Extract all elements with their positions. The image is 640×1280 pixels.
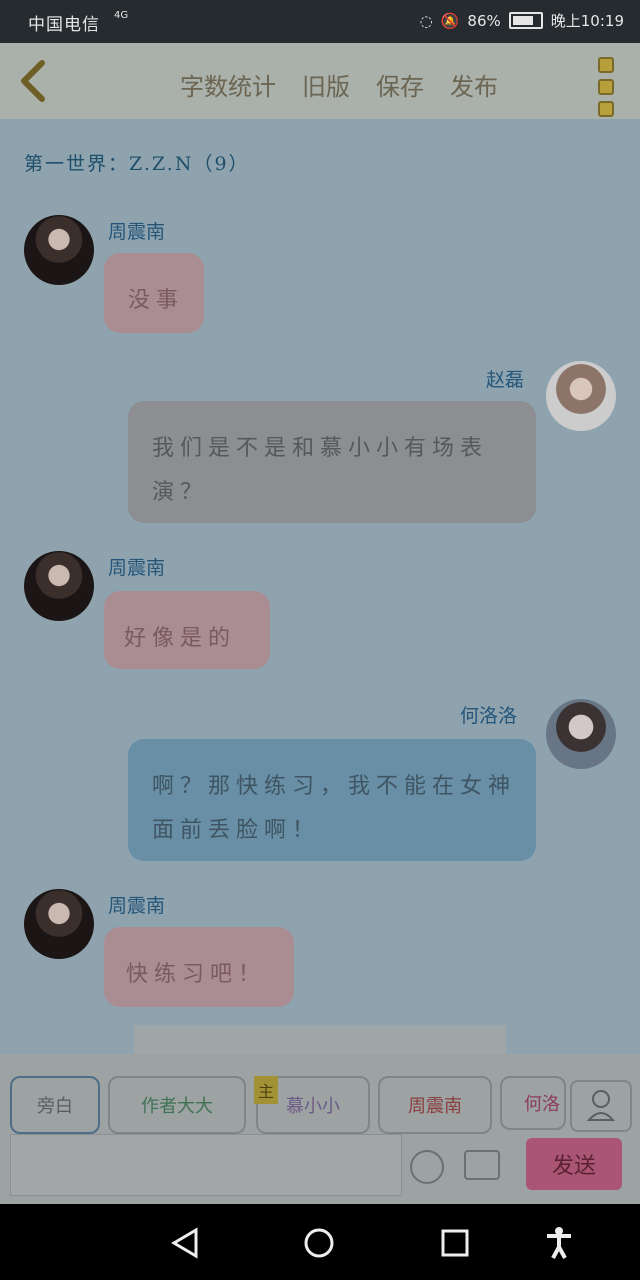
more-menu-icon[interactable] (598, 57, 614, 117)
message-text: 没事 (128, 288, 185, 313)
mute-icon: 🔕 (440, 11, 460, 30)
toolbar-actions: 字数统计 旧版 保存 发布 (180, 67, 498, 102)
message-sender: 周震南 (108, 221, 166, 243)
publish-button[interactable]: 发布 (450, 67, 498, 102)
avatar-zhou-zhennan[interactable] (24, 551, 94, 621)
headphones-icon: ◌ (419, 11, 433, 30)
home-icon[interactable] (302, 1226, 336, 1260)
message-text: 快练习吧！ (126, 962, 267, 987)
back-icon[interactable] (168, 1226, 202, 1260)
old-version-button[interactable]: 旧版 (302, 67, 350, 102)
avatar-zhou-zhennan[interactable] (24, 889, 94, 959)
emoji-icon[interactable] (410, 1150, 444, 1184)
composer: 旁白 作者大大 主 慕小小 周震南 何洛 发送 (0, 1054, 640, 1204)
scroll-preview-strip (134, 1025, 506, 1055)
battery-icon (508, 12, 543, 29)
main-role-badge: 主 (254, 1076, 278, 1104)
cast-item-he-luo[interactable]: 何洛 (500, 1076, 566, 1130)
status-right: ◌ 🔕 86% 晚上10:19 (420, 10, 624, 31)
message-bubble[interactable]: 好像是的 (104, 591, 270, 669)
avatar-zhao-lei[interactable] (546, 361, 616, 431)
message-sender: 周震南 (108, 557, 166, 579)
clock: 晚上10:19 (550, 12, 624, 30)
back-arrow-icon[interactable] (14, 57, 54, 105)
cast-item-mu-xiaoxiao[interactable]: 主 慕小小 (254, 1076, 370, 1134)
send-button[interactable]: 发送 (526, 1138, 622, 1190)
image-icon[interactable] (464, 1150, 500, 1180)
cast-item-author[interactable]: 作者大大 (108, 1076, 246, 1134)
message-sender: 周震南 (108, 895, 166, 917)
message-bubble[interactable]: 快练习吧！ (104, 927, 294, 1007)
message-bubble[interactable]: 我们是不是和慕小小有场表演？ (128, 401, 536, 523)
save-button[interactable]: 保存 (376, 67, 424, 102)
word-count-button[interactable]: 字数统计 (180, 67, 276, 102)
battery-percent: 86% (467, 11, 501, 30)
avatar-zhou-zhennan[interactable] (24, 215, 94, 285)
cast-item-zhou-zhennan[interactable]: 周震南 (378, 1076, 492, 1134)
recents-icon[interactable] (438, 1226, 472, 1260)
navigation-bar (0, 1204, 640, 1280)
network-label: 4G (114, 10, 129, 21)
accessibility-icon[interactable] (542, 1226, 576, 1260)
user-icon[interactable] (570, 1080, 632, 1132)
message-sender: 何洛洛 (460, 705, 518, 727)
message-bubble[interactable]: 啊？那快练习，我不能在女神面前丢脸啊！ (128, 739, 536, 861)
cast-label: 慕小小 (286, 1096, 340, 1117)
message-text: 好像是的 (124, 626, 237, 651)
message-text: 啊？那快练习，我不能在女神面前丢脸啊！ (152, 774, 517, 843)
message-input[interactable] (10, 1134, 402, 1196)
top-toolbar: 字数统计 旧版 保存 发布 (0, 43, 640, 119)
message-sender: 赵磊 (486, 369, 525, 391)
world-label: 第一世界：Z.Z.N（9） (24, 153, 250, 175)
carrier-label: 中国电信 (28, 15, 100, 35)
cast-item-narrator[interactable]: 旁白 (10, 1076, 100, 1134)
avatar-he-luoluo[interactable] (546, 699, 616, 769)
chat-area: 第一世界：Z.Z.N（9） 周震南 没事 赵磊 我们是不是和慕小小有场表演？ 周… (0, 119, 640, 1055)
message-bubble[interactable]: 没事 (104, 253, 204, 333)
message-text: 我们是不是和慕小小有场表演？ (152, 436, 489, 505)
status-bar: 中国电信 4G ◌ 🔕 86% 晚上10:19 (0, 0, 640, 43)
